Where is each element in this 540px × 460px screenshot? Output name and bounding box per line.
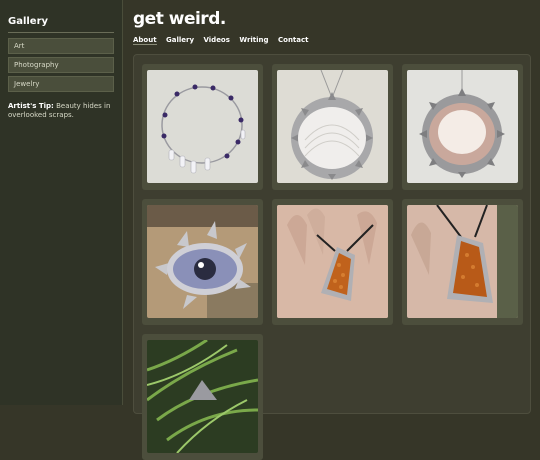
artist-tip: Artist's Tip: Beauty hides in overlooked… [8,102,118,120]
gallery-image-pink-shell[interactable] [407,70,518,183]
gallery-image-white-shell[interactable] [277,70,388,183]
gallery-card[interactable] [272,64,393,190]
sidebar-item-jewelry[interactable]: Jewelry [8,76,114,92]
sidebar: Gallery Art Photography Jewelry Artist's… [0,0,123,405]
sidebar-item-photography[interactable]: Photography [8,57,114,73]
nav-writing[interactable]: Writing [239,36,268,44]
nav-videos[interactable]: Videos [203,36,229,44]
gallery-image-amber-pendant[interactable] [277,205,388,318]
gallery-card[interactable] [142,334,263,460]
nav-gallery[interactable]: Gallery [166,36,194,44]
main-nav: About Gallery Videos Writing Contact [133,36,316,45]
gallery-card[interactable] [402,64,523,190]
gallery-image-eye-pendant[interactable] [147,205,258,318]
sidebar-item-art[interactable]: Art [8,38,114,54]
gallery-card[interactable] [142,199,263,325]
sidebar-divider [8,32,114,33]
gallery-card[interactable] [272,199,393,325]
sidebar-title: Gallery [8,16,49,27]
gallery-card[interactable] [142,64,263,190]
gallery-panel [133,54,531,460]
gallery-card[interactable] [402,199,523,325]
gallery-image-amber-pendant-close[interactable] [407,205,518,318]
site-brand[interactable]: get weird. [133,9,226,29]
gallery-image-bracelet[interactable] [147,70,258,183]
gallery-image-plants[interactable] [147,340,258,453]
nav-about[interactable]: About [133,36,157,45]
nav-contact[interactable]: Contact [278,36,309,44]
artist-tip-label: Artist's Tip: [8,102,54,110]
